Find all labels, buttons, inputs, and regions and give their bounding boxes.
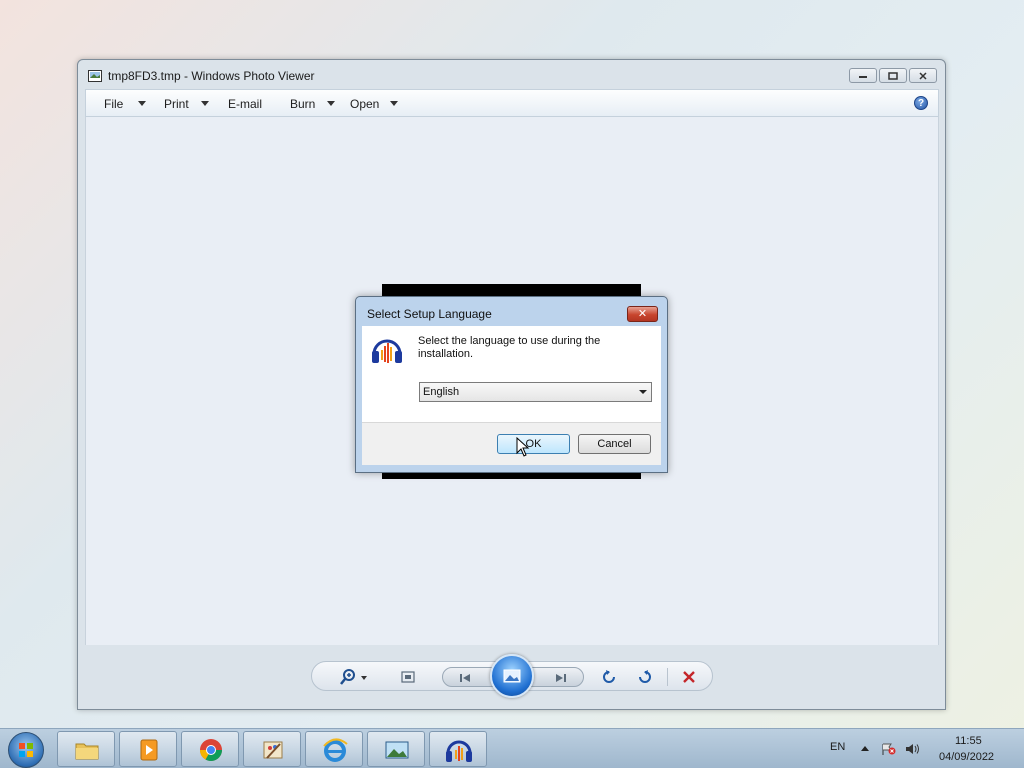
cancel-button[interactable]: Cancel	[578, 434, 651, 454]
media-player-icon	[140, 739, 158, 761]
minimize-icon	[859, 75, 867, 78]
clock-date[interactable]: 04/09/2022	[939, 751, 994, 763]
taskbar: EN 11:55 04/09/2022	[0, 728, 1024, 768]
restore-icon	[888, 71, 898, 80]
ok-button[interactable]: OK	[497, 434, 570, 454]
dialog-close-button[interactable]: ✕	[627, 306, 658, 322]
close-button[interactable]	[909, 68, 937, 83]
file-dropdown-arrow-icon[interactable]	[138, 101, 146, 106]
print-dropdown-arrow-icon[interactable]	[201, 101, 209, 106]
open-dropdown-arrow-icon[interactable]	[390, 101, 398, 106]
folder-icon	[75, 743, 99, 760]
rotate-clockwise-icon[interactable]	[636, 669, 652, 685]
setup-language-dialog: Select Setup Language ✕ Select the langu…	[355, 296, 668, 473]
chevron-down-icon	[639, 390, 647, 394]
menu-file[interactable]: File	[104, 97, 123, 111]
taskbar-chrome[interactable]	[181, 731, 239, 767]
dialog-body: Select the language to use during the in…	[362, 326, 661, 422]
taskbar-photo-viewer[interactable]	[367, 731, 425, 767]
mouse-cursor-icon	[516, 437, 530, 457]
taskbar-media-player[interactable]	[119, 731, 177, 767]
menu-open[interactable]: Open	[350, 97, 379, 111]
image-top-edge	[382, 284, 641, 296]
help-icon[interactable]: ?	[914, 96, 928, 110]
slideshow-button[interactable]	[490, 654, 534, 698]
internet-explorer-icon	[323, 738, 348, 762]
audacity-headphones-icon	[372, 339, 402, 363]
previous-icon[interactable]	[457, 670, 473, 686]
volume-icon[interactable]	[905, 743, 921, 755]
toolbar-divider	[667, 668, 668, 686]
burn-dropdown-arrow-icon[interactable]	[327, 101, 335, 106]
taskbar-audacity[interactable]	[429, 731, 487, 767]
dialog-message: Select the language to use during the in…	[418, 335, 601, 360]
menu-bar: File Print E-mail Burn Open ?	[85, 89, 939, 117]
close-icon	[919, 71, 927, 80]
show-hidden-icons-icon[interactable]	[860, 743, 870, 755]
menu-print[interactable]: Print	[164, 97, 189, 111]
chrome-icon	[200, 739, 222, 761]
photo-viewer-icon	[385, 741, 409, 759]
taskbar-internet-explorer[interactable]	[305, 731, 363, 767]
title-bar[interactable]: tmp8FD3.tmp - Windows Photo Viewer	[78, 60, 945, 90]
clock-time[interactable]: 11:55	[955, 735, 982, 747]
menu-email[interactable]: E-mail	[228, 97, 262, 111]
delete-icon[interactable]	[681, 669, 697, 685]
dialog-footer: OK Cancel	[362, 422, 661, 465]
language-select-value: English	[423, 386, 460, 398]
control-toolbar	[311, 654, 713, 698]
menu-burn[interactable]: Burn	[290, 97, 315, 111]
image-bottom-edge	[382, 472, 641, 479]
next-icon[interactable]	[553, 670, 569, 686]
window-title: tmp8FD3.tmp - Windows Photo Viewer	[108, 69, 315, 83]
action-center-flag-icon[interactable]	[881, 743, 897, 755]
minimize-button[interactable]	[849, 68, 877, 83]
start-button[interactable]	[8, 732, 44, 768]
audacity-icon	[446, 740, 472, 762]
slideshow-icon	[503, 669, 521, 683]
zoom-dropdown-arrow-icon[interactable]	[360, 669, 368, 685]
rotate-counterclockwise-icon[interactable]	[602, 669, 618, 685]
bottom-toolbar-area	[85, 645, 939, 703]
taskbar-windows-explorer[interactable]	[57, 731, 115, 767]
windows-logo-icon	[19, 743, 33, 757]
actual-size-icon[interactable]	[400, 669, 416, 685]
photo-viewer-app-icon	[88, 70, 102, 82]
zoom-icon[interactable]	[340, 669, 356, 685]
taskbar-paint[interactable]	[243, 731, 301, 767]
language-select[interactable]: English	[419, 382, 652, 402]
dialog-title: Select Setup Language	[367, 307, 492, 321]
restore-button[interactable]	[879, 68, 907, 83]
close-icon: ✕	[637, 308, 648, 320]
language-indicator[interactable]: EN	[830, 741, 845, 753]
paint-icon	[263, 741, 283, 759]
